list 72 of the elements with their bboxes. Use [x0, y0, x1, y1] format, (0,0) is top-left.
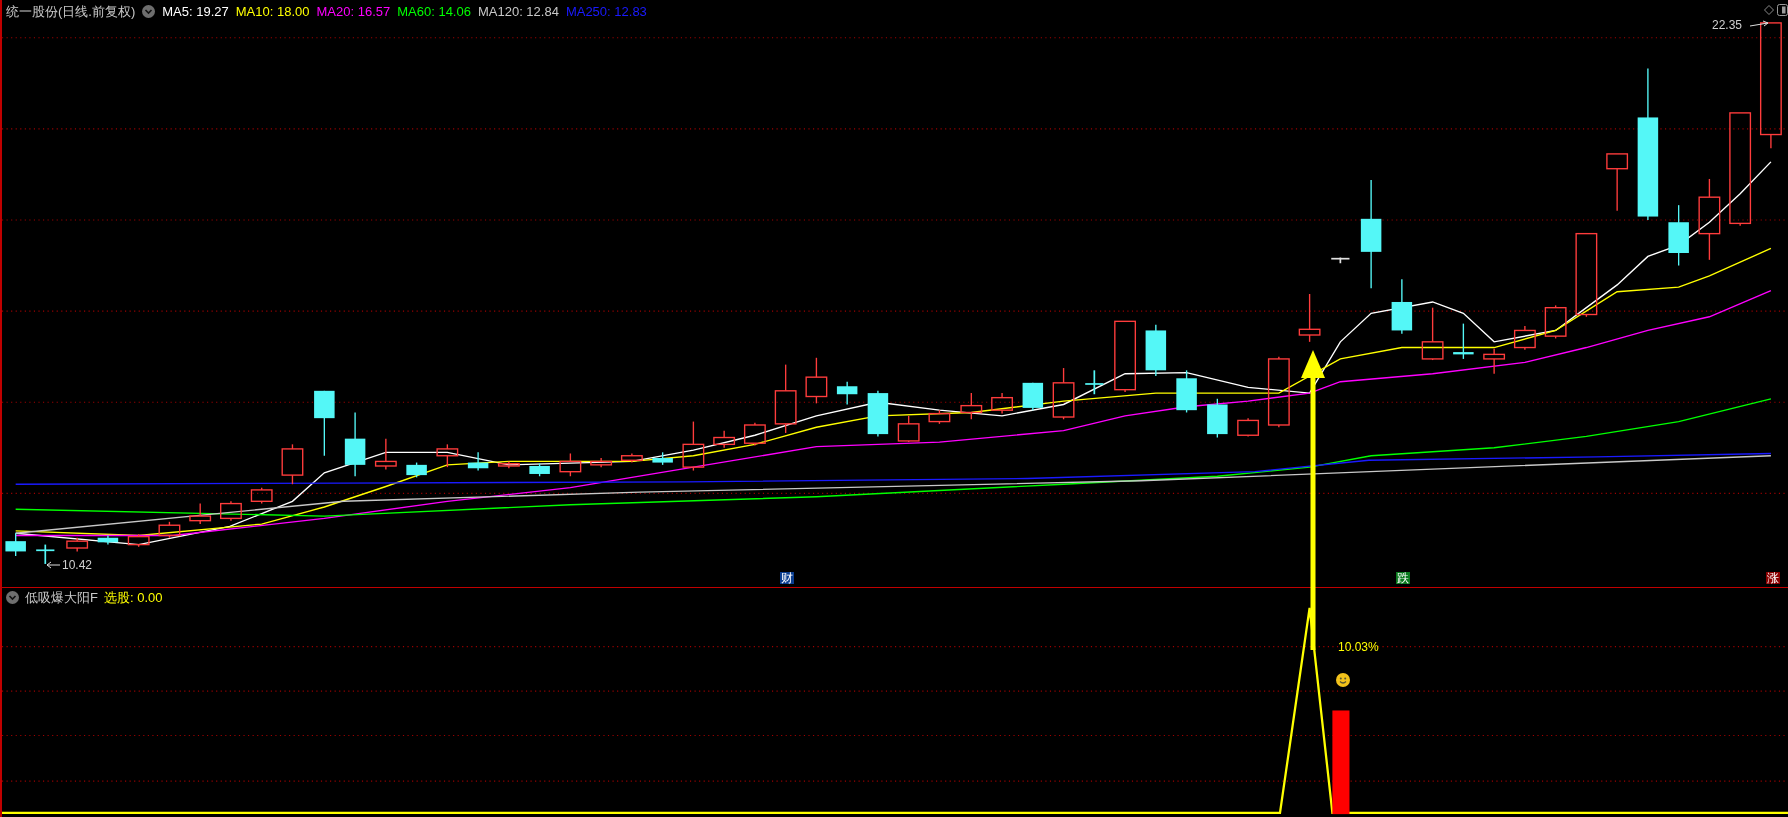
candlestick — [281, 443, 304, 485]
diamond-icon[interactable] — [1764, 5, 1774, 15]
candlestick — [682, 420, 705, 472]
candlestick — [774, 363, 797, 434]
candlestick — [1421, 307, 1444, 361]
smiley-icon — [1336, 673, 1350, 687]
high-price-label: 22.35 — [1712, 19, 1743, 31]
candlestick — [836, 381, 858, 406]
candlestick — [35, 543, 56, 565]
candlestick — [652, 451, 673, 466]
candlestick — [1052, 367, 1075, 420]
moving-average-legend: MA60: 14.06 — [397, 5, 471, 18]
candlestick — [1022, 382, 1044, 411]
collapse-icon[interactable] — [6, 591, 19, 604]
candlestick — [867, 390, 889, 438]
candlestick — [374, 437, 397, 471]
toggle-icon[interactable] — [1777, 4, 1788, 16]
candlestick — [1391, 278, 1413, 335]
candlestick — [158, 521, 181, 539]
candlestick — [1544, 304, 1567, 340]
candlestick — [314, 390, 335, 457]
event-marker: 涨 — [1765, 572, 1780, 584]
event-marker: 财 — [779, 572, 794, 584]
candlestick — [467, 451, 489, 472]
moving-average-legend: MA250: 12.83 — [565, 5, 647, 18]
candlestick — [713, 430, 736, 449]
indicator-title: 低吸爆大阳F — [25, 591, 98, 604]
candlestick — [1237, 417, 1260, 438]
indicator-reading: 选股: 0.00 — [103, 591, 163, 604]
candlestick — [220, 500, 242, 522]
candlestick — [1668, 204, 1689, 267]
candlestick — [1145, 324, 1167, 377]
candlestick — [1298, 293, 1321, 343]
candlestick — [1483, 348, 1506, 375]
moving-average-legend: MA5: 19.27 — [162, 5, 229, 18]
candlestick — [1513, 325, 1536, 351]
candlestick — [1207, 398, 1228, 439]
pointer-arrow-icon — [1750, 20, 1770, 28]
event-marker: 跌 — [1396, 572, 1411, 584]
candlestick — [497, 460, 520, 469]
candlestick — [406, 461, 427, 479]
candlestick — [1176, 369, 1197, 414]
moving-average-legend: MA10: 18.00 — [235, 5, 310, 18]
candlestick — [559, 452, 582, 477]
candlestick — [743, 422, 766, 447]
candlestick — [529, 463, 550, 477]
candlestick — [5, 532, 26, 557]
low-price-label: 10.42 — [62, 559, 93, 571]
candlestick — [189, 502, 212, 525]
candlestick — [590, 457, 613, 468]
candlestick — [1084, 369, 1105, 396]
candlestick — [66, 537, 89, 553]
candlestick — [991, 392, 1013, 415]
candlestick — [928, 409, 951, 425]
candlestick — [250, 486, 273, 505]
moving-average-legend: MA20: 16.57 — [316, 5, 391, 18]
candlestick — [436, 443, 459, 468]
candlestick — [960, 392, 983, 420]
candlestick — [1453, 322, 1474, 360]
chart-title: 统一股份(日线.前复权) — [6, 5, 136, 18]
candlestick — [805, 357, 828, 405]
candlestick — [1606, 153, 1629, 212]
moving-average-legend: MA120: 12.84 — [477, 5, 559, 18]
candlestick — [344, 411, 366, 477]
candlestick — [1330, 256, 1351, 265]
collapse-icon[interactable] — [142, 5, 156, 18]
candlestick — [620, 452, 643, 464]
signal-label: 10.03% — [1338, 641, 1379, 653]
candlestick — [127, 533, 150, 548]
pointer-arrow-icon — [46, 561, 60, 569]
candlestick — [897, 415, 920, 443]
candlestick — [97, 534, 119, 546]
